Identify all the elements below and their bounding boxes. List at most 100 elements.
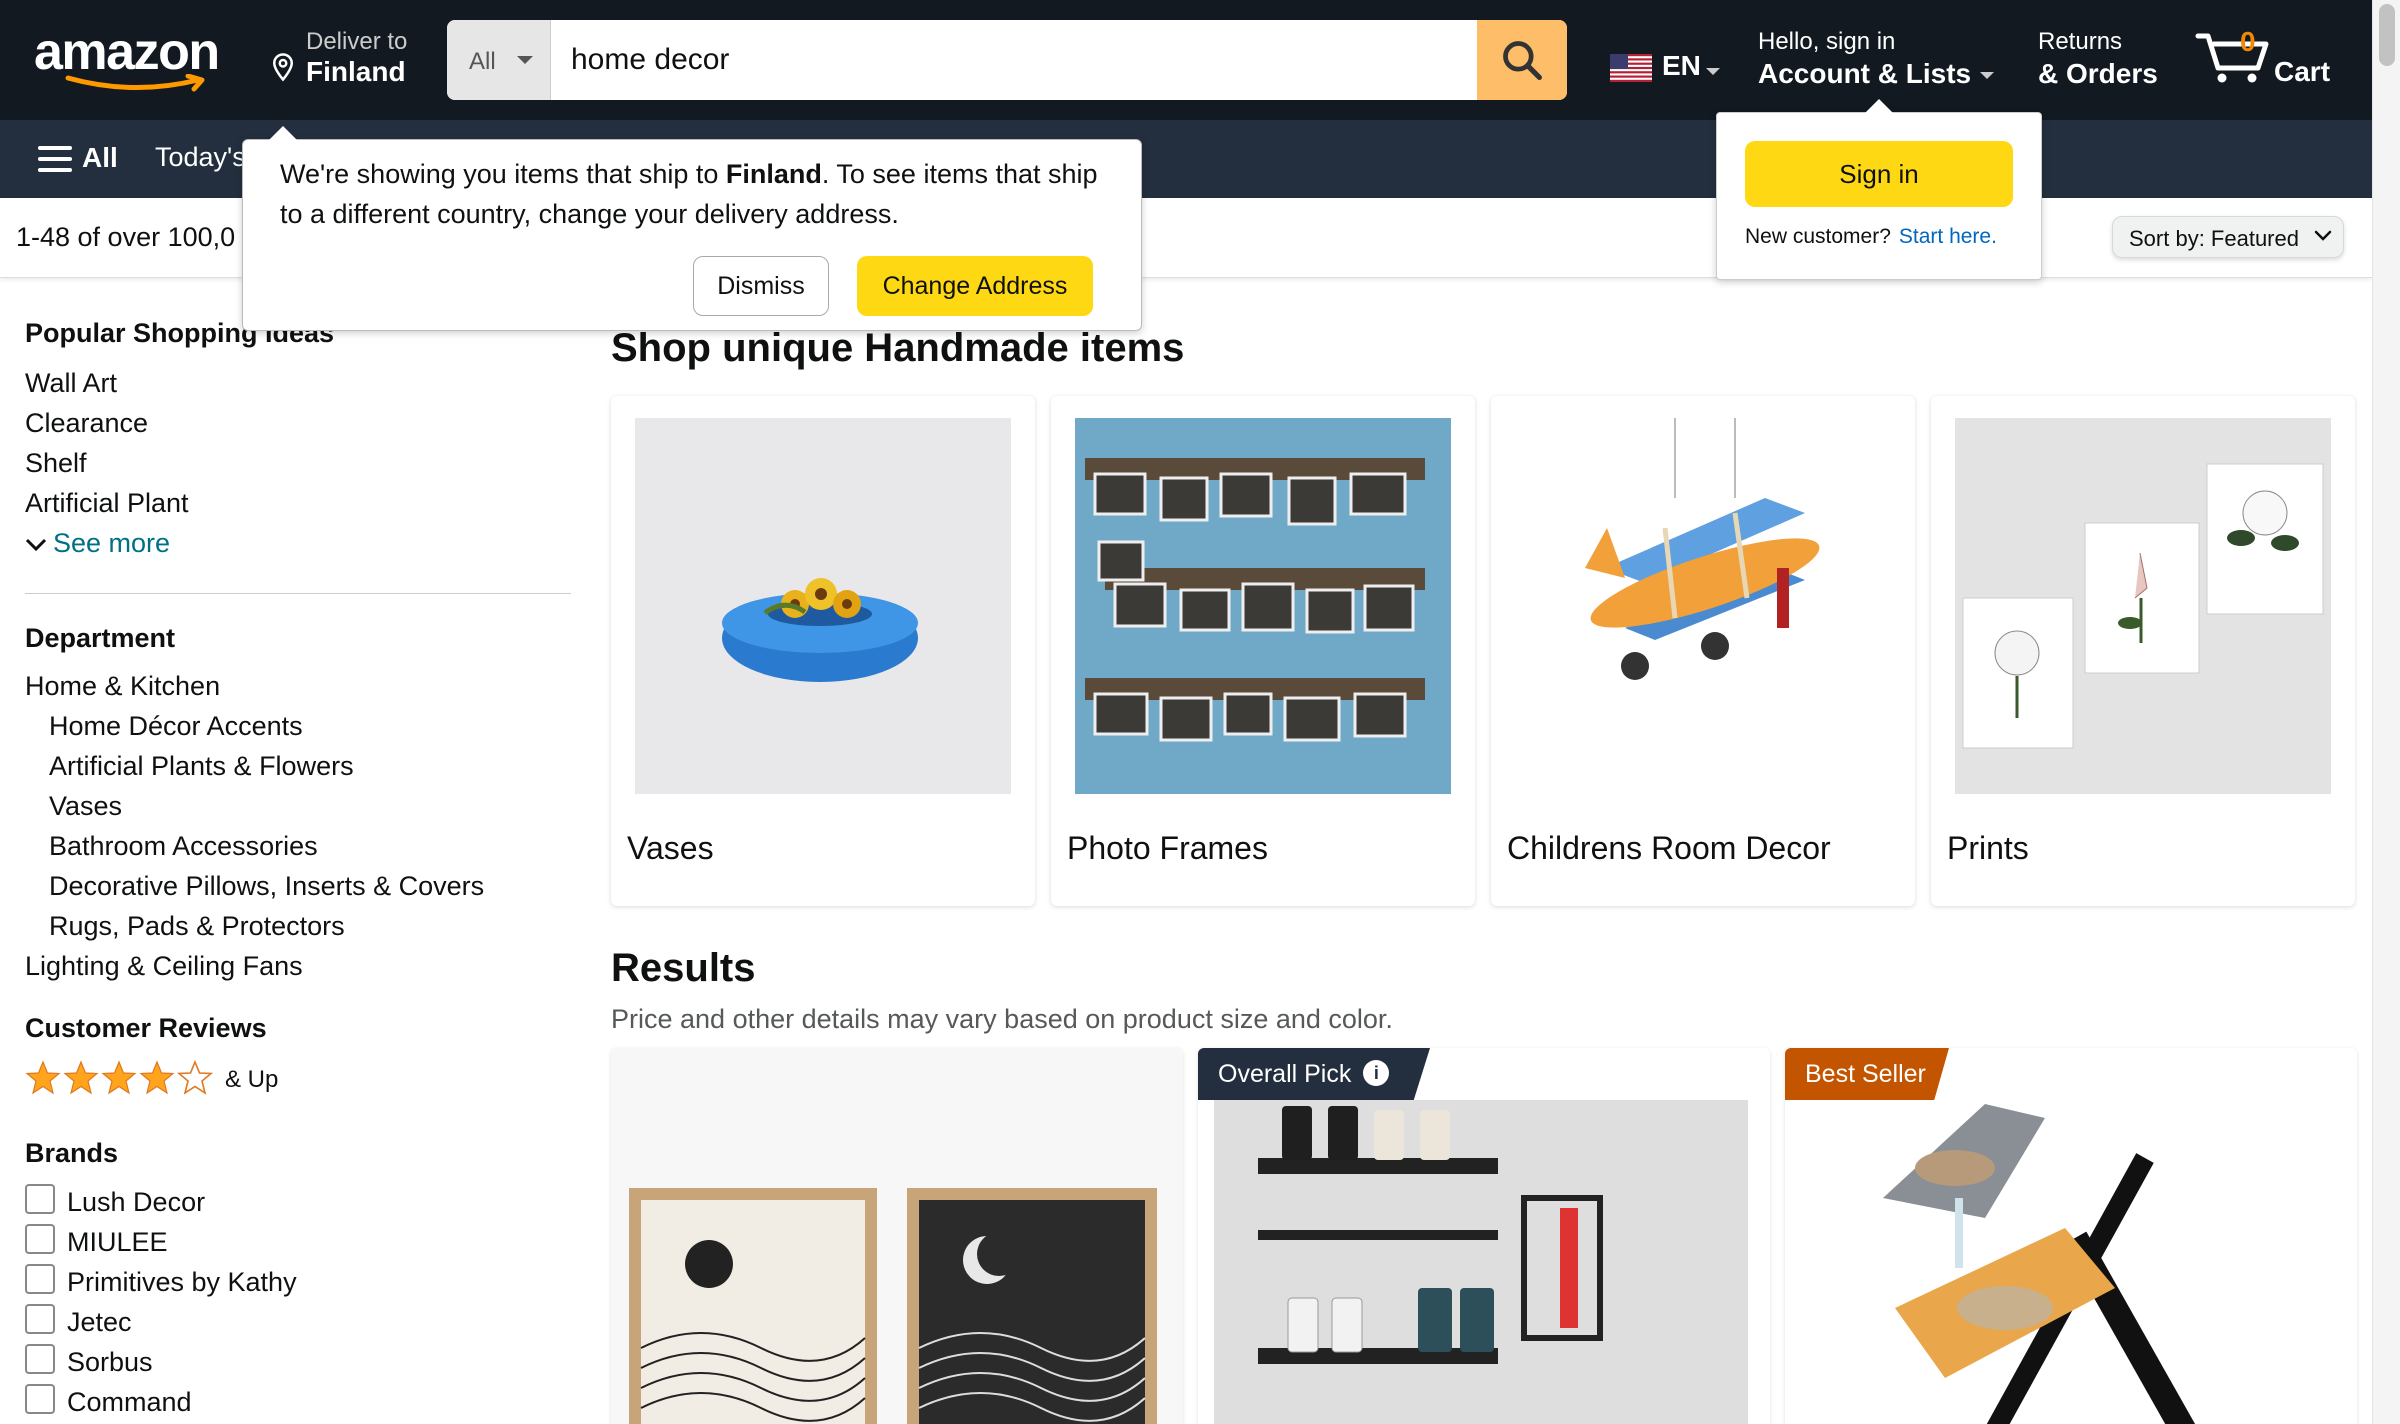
start-here-link[interactable]: Start here. xyxy=(1899,225,1997,248)
search-icon xyxy=(1503,41,1542,80)
delivery-country-popup: We're showing you items that ship to Fin… xyxy=(242,126,1142,331)
department-rugs-pads[interactable]: Rugs, Pads & Protectors xyxy=(49,911,345,942)
toy-airplane-image xyxy=(1515,418,1891,794)
brand-label-miulee[interactable]: MIULEE xyxy=(67,1227,168,1258)
search-bar: All xyxy=(447,20,1567,100)
result-card-wall-art[interactable] xyxy=(611,1048,1183,1424)
dismiss-button[interactable]: Dismiss xyxy=(693,256,829,316)
all-menu-button[interactable]: All xyxy=(82,142,118,174)
popular-item-artificial-plant[interactable]: Artificial Plant xyxy=(25,488,189,519)
result-card-shower-caddy[interactable]: Overall Pick i xyxy=(1198,1048,1770,1424)
popup-arrow xyxy=(269,126,297,140)
location-pin-icon xyxy=(272,53,294,82)
brand-label-command[interactable]: Command xyxy=(67,1387,192,1418)
brand-label-jetec[interactable]: Jetec xyxy=(67,1307,132,1338)
best-seller-label: Best Seller xyxy=(1805,1060,1926,1088)
brand-checkbox-primitives-by-kathy[interactable] xyxy=(25,1264,55,1294)
hamburger-menu-icon[interactable] xyxy=(38,144,72,174)
handmade-card-label: Vases xyxy=(627,830,714,866)
photo-frames-image xyxy=(1075,418,1451,794)
search-category-dropdown[interactable]: All xyxy=(447,20,551,100)
popular-item-clearance[interactable]: Clearance xyxy=(25,408,148,439)
popular-item-shelf[interactable]: Shelf xyxy=(25,448,87,479)
results-count: 1-48 of over 100,0 xyxy=(16,222,236,252)
four-stars-and-up-filter[interactable]: & Up xyxy=(25,1060,278,1103)
vertical-scrollbar[interactable] xyxy=(2372,0,2400,1424)
popup-country-name: Finland xyxy=(725,159,822,189)
returns-label: Returns xyxy=(2038,28,2123,55)
see-more-label: See more xyxy=(53,528,171,558)
brand-checkbox-command[interactable] xyxy=(25,1384,55,1414)
botanical-prints-image xyxy=(1955,418,2331,794)
brand-checkbox-jetec[interactable] xyxy=(25,1304,55,1334)
account-lists-label: Account & Lists xyxy=(1758,58,1972,89)
and-up-label: & Up xyxy=(225,1066,279,1093)
see-more-link[interactable]: See more xyxy=(25,528,170,559)
handmade-card-childrens-room-decor[interactable]: Childrens Room Decor xyxy=(1491,396,1915,906)
department-lighting-ceiling-fans[interactable]: Lighting & Ceiling Fans xyxy=(25,951,303,982)
chevron-down-icon xyxy=(2314,230,2332,241)
brand-checkbox-lush-decor[interactable] xyxy=(25,1184,55,1214)
wall-art-image xyxy=(611,1048,1183,1424)
handmade-card-photo-frames[interactable]: Photo Frames xyxy=(1051,396,1475,906)
chevron-down-icon xyxy=(1706,68,1720,75)
amazon-logo[interactable]: amazon xyxy=(34,26,234,94)
sort-by-label: Sort by: Featured xyxy=(2129,226,2299,251)
info-icon[interactable]: i xyxy=(1363,1060,1390,1086)
brand-label-primitives-by-kathy[interactable]: Primitives by Kathy xyxy=(67,1267,297,1298)
cart-label: Cart xyxy=(2274,56,2331,87)
sort-by-dropdown[interactable]: Sort by: Featured xyxy=(2112,216,2344,258)
returns-orders-link[interactable]: Returns & Orders xyxy=(2038,28,2158,90)
customer-reviews-heading: Customer Reviews xyxy=(25,1013,267,1043)
popup-message-part1: We're showing you items that ship to xyxy=(280,159,726,189)
sign-in-flyout: Sign in New customer? Start here. xyxy=(1716,99,2042,280)
deliver-country: Finland xyxy=(306,56,406,87)
brand-label-lush-decor[interactable]: Lush Decor xyxy=(67,1187,205,1218)
scrollbar-thumb[interactable] xyxy=(2379,4,2395,66)
vase-image xyxy=(635,418,1011,794)
popular-item-wall-art[interactable]: Wall Art xyxy=(25,368,117,399)
logo-text: amazon xyxy=(34,23,220,81)
shower-caddy-image xyxy=(1198,1048,1770,1424)
chevron-down-icon xyxy=(517,56,533,64)
change-address-button[interactable]: Change Address xyxy=(857,256,1093,316)
handmade-section-title: Shop unique Handmade items xyxy=(611,326,1185,370)
department-vases[interactable]: Vases xyxy=(49,791,122,822)
account-lists-menu[interactable]: Hello, sign in Account & Lists xyxy=(1758,28,1994,90)
handmade-card-prints[interactable]: Prints xyxy=(1931,396,2355,906)
department-decorative-pillows[interactable]: Decorative Pillows, Inserts & Covers xyxy=(49,871,484,902)
sidebar-divider xyxy=(25,593,571,594)
cart-icon xyxy=(2195,33,2269,83)
brand-checkbox-miulee[interactable] xyxy=(25,1224,55,1254)
sign-in-button[interactable]: Sign in xyxy=(1745,141,2013,207)
language-code: EN xyxy=(1662,50,1701,81)
cart-button[interactable]: 0 Cart xyxy=(2194,26,2344,94)
deliver-to-label: Deliver to xyxy=(306,28,408,55)
department-heading: Department xyxy=(25,623,176,653)
department-artificial-plants[interactable]: Artificial Plants & Flowers xyxy=(49,751,354,782)
todays-deals-link[interactable]: Today's xyxy=(155,142,246,173)
brand-checkbox-sorbus[interactable] xyxy=(25,1344,55,1374)
cart-count: 0 xyxy=(2240,26,2256,57)
orders-label: & Orders xyxy=(2038,58,2158,89)
new-customer-text: New customer? Start here. xyxy=(1745,225,1997,249)
department-home-kitchen[interactable]: Home & Kitchen xyxy=(25,671,220,702)
star-rating-icon xyxy=(26,1061,212,1094)
brands-heading: Brands xyxy=(25,1138,119,1168)
handmade-card-label: Photo Frames xyxy=(1067,830,1268,866)
overall-pick-label: Overall Pick xyxy=(1218,1060,1352,1088)
tabletop-fountain-image xyxy=(1785,1048,2357,1424)
brand-label-sorbus[interactable]: Sorbus xyxy=(67,1347,153,1378)
popup-arrow xyxy=(1865,99,1893,113)
top-nav-bar: amazon Deliver to Finland All home decor… xyxy=(0,0,2372,120)
handmade-card-vases[interactable]: Vases xyxy=(611,396,1035,906)
handmade-card-label: Childrens Room Decor xyxy=(1507,830,1831,866)
results-heading: Results xyxy=(611,946,756,990)
new-customer-label: New customer? xyxy=(1745,225,1891,248)
search-input[interactable] xyxy=(551,20,1467,100)
handmade-card-label: Prints xyxy=(1947,830,2029,866)
search-button[interactable] xyxy=(1477,20,1567,100)
result-card-fountain[interactable]: Best Seller xyxy=(1785,1048,2357,1424)
department-bathroom-accessories[interactable]: Bathroom Accessories xyxy=(49,831,318,862)
department-home-decor-accents[interactable]: Home Décor Accents xyxy=(49,711,303,742)
